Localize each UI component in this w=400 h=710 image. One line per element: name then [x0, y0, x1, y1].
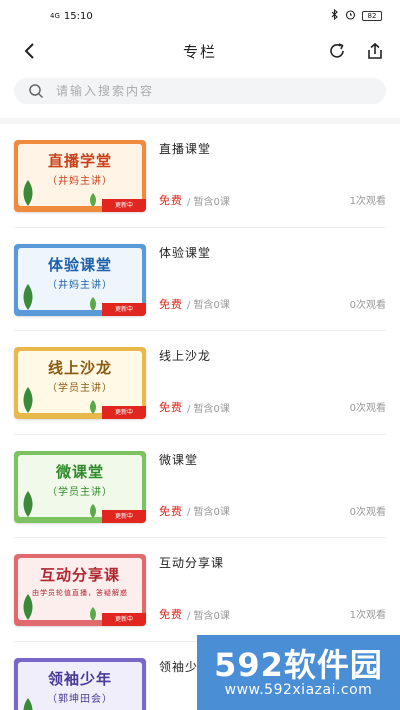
refresh-icon	[330, 43, 344, 58]
course-info: 线上沙龙 免费 / 暂含0课 0次观看	[146, 347, 386, 419]
search-icon	[29, 84, 44, 99]
leaf-icon	[90, 607, 96, 621]
thumbnail-title: 直播学堂	[47, 152, 112, 170]
thumbnail-title: 互动分享课	[39, 566, 120, 584]
course-price: 免费	[159, 608, 183, 621]
course-meta: 免费 / 暂含0课 1次观看	[159, 606, 386, 622]
status-right: 82	[331, 8, 382, 23]
course-info: 微课堂 免费 / 暂含0课 0次观看	[146, 451, 386, 523]
thumbnail-subtitle: （郭坤田会）	[47, 693, 113, 705]
status-left: 4G 15:10	[50, 11, 93, 22]
thumbnail-subtitle: 由学员轮值直播，答疑解惑	[32, 589, 128, 597]
course-thumbnail: 互动分享课 由学员轮值直播，答疑解惑 更新中	[14, 554, 146, 626]
course-info: 体验课堂 免费 / 暂含0课 0次观看	[146, 244, 386, 316]
thumbnail-title: 线上沙龙	[47, 359, 112, 377]
thumbnail-title: 体验课堂	[47, 255, 112, 274]
status-badge: 更新中	[102, 406, 146, 419]
alarm-icon	[345, 9, 356, 23]
share-icon	[368, 42, 382, 59]
course-meta-left: 免费 / 暂含0课	[159, 399, 230, 415]
course-lesson-count: / 暂含0课	[187, 403, 230, 415]
course-views: 0次观看	[349, 403, 386, 414]
course-thumbnail: 直播学堂 （井妈主讲） 更新中	[14, 140, 146, 212]
nav-actions	[326, 40, 386, 62]
course-title: 线上沙龙	[159, 349, 212, 363]
course-thumbnail: 领袖少年 （郭坤田会）	[14, 657, 146, 710]
share-button[interactable]	[364, 40, 386, 62]
course-views: 0次观看	[349, 506, 386, 518]
nav-bar: 专栏	[0, 32, 400, 70]
thumbnail-subtitle: （井妈主讲）	[47, 176, 113, 187]
course-item[interactable]: 直播学堂 （井妈主讲） 更新中 直播课堂 免费 / 暂含0课 1次观看	[14, 124, 386, 228]
watermark-brand: 592软件园	[214, 645, 383, 684]
course-item[interactable]: 微课堂 （学员主讲） 更新中 微课堂 免费 / 暂含0课 0次观看	[14, 435, 386, 538]
course-item[interactable]: 线上沙龙 （学员主讲） 更新中 线上沙龙 免费 / 暂含0课 0次观看	[14, 331, 386, 435]
signal-indicator: 4G	[50, 11, 60, 20]
thumbnail-title: 领袖少年	[47, 669, 112, 688]
course-thumbnail: 体验课堂 （井妈主讲） 更新中	[14, 243, 146, 316]
status-badge: 更新中	[102, 302, 146, 316]
leaf-icon	[90, 193, 96, 207]
course-title: 微课堂	[159, 452, 199, 467]
course-meta-left: 免费 / 暂含0课	[159, 192, 230, 208]
course-list: 直播学堂 （井妈主讲） 更新中 直播课堂 免费 / 暂含0课 1次观看 体验课堂…	[0, 124, 400, 710]
course-meta: 免费 / 暂含0课 0次观看	[159, 296, 386, 312]
course-meta: 免费 / 暂含0课 0次观看	[159, 503, 386, 519]
status-bar: 4G 15:10 82	[0, 0, 400, 32]
course-title: 直播课堂	[159, 142, 212, 156]
course-item[interactable]: 互动分享课 由学员轮值直播，答疑解惑 更新中 互动分享课 免费 / 暂含0课 1…	[14, 538, 386, 642]
refresh-button[interactable]	[326, 40, 348, 62]
battery-indicator: 82	[362, 11, 382, 21]
course-price: 免费	[159, 297, 183, 311]
course-thumbnail: 线上沙龙 （学员主讲） 更新中	[14, 347, 146, 419]
course-meta-left: 免费 / 暂含0课	[159, 606, 230, 622]
back-button[interactable]	[18, 40, 40, 62]
course-title: 体验课堂	[159, 245, 212, 260]
course-info: 互动分享课 免费 / 暂含0课 1次观看	[146, 554, 386, 626]
course-thumbnail: 微课堂 （学员主讲） 更新中	[14, 450, 146, 523]
bluetooth-icon	[331, 8, 339, 23]
status-time: 15:10	[63, 10, 93, 22]
watermark-logo: 592软件园 www.592xiazai.com	[197, 635, 400, 710]
course-title: 互动分享课	[159, 556, 225, 570]
course-price: 免费	[159, 401, 183, 414]
search-bar[interactable]	[14, 78, 386, 104]
course-views: 1次观看	[349, 610, 386, 621]
course-meta-left: 免费 / 暂含0课	[159, 296, 230, 312]
leaf-icon	[90, 296, 96, 311]
course-info: 直播课堂 免费 / 暂含0课 1次观看	[146, 140, 386, 212]
leaf-icon	[90, 503, 96, 518]
course-lesson-count: / 暂含0课	[187, 610, 230, 622]
search-input[interactable]	[56, 84, 306, 98]
thumbnail-subtitle: （学员主讲）	[47, 383, 113, 394]
course-lesson-count: / 暂含0课	[187, 507, 230, 518]
course-meta-left: 免费 / 暂含0课	[159, 503, 230, 519]
status-badge: 更新中	[102, 509, 146, 523]
course-views: 1次观看	[349, 196, 386, 207]
course-meta: 免费 / 暂含0课 0次观看	[159, 399, 386, 415]
status-badge: 更新中	[102, 199, 146, 212]
leaf-icon	[90, 400, 96, 414]
watermark-url: www.592xiazai.com	[224, 681, 373, 698]
chevron-left-icon	[24, 43, 34, 59]
course-price: 免费	[159, 194, 183, 207]
course-lesson-count: / 暂含0课	[187, 196, 230, 208]
course-price: 免费	[159, 504, 183, 518]
course-item[interactable]: 体验课堂 （井妈主讲） 更新中 体验课堂 免费 / 暂含0课 0次观看	[14, 228, 386, 331]
thumbnail-title: 微课堂	[55, 462, 104, 481]
search-section	[0, 70, 400, 112]
thumbnail-subtitle: （学员主讲）	[47, 486, 113, 498]
course-meta: 免费 / 暂含0课 1次观看	[159, 192, 386, 208]
status-badge: 更新中	[102, 613, 146, 626]
course-views: 0次观看	[349, 299, 386, 311]
course-lesson-count: / 暂含0课	[187, 300, 230, 311]
thumbnail-subtitle: （井妈主讲）	[47, 279, 113, 291]
